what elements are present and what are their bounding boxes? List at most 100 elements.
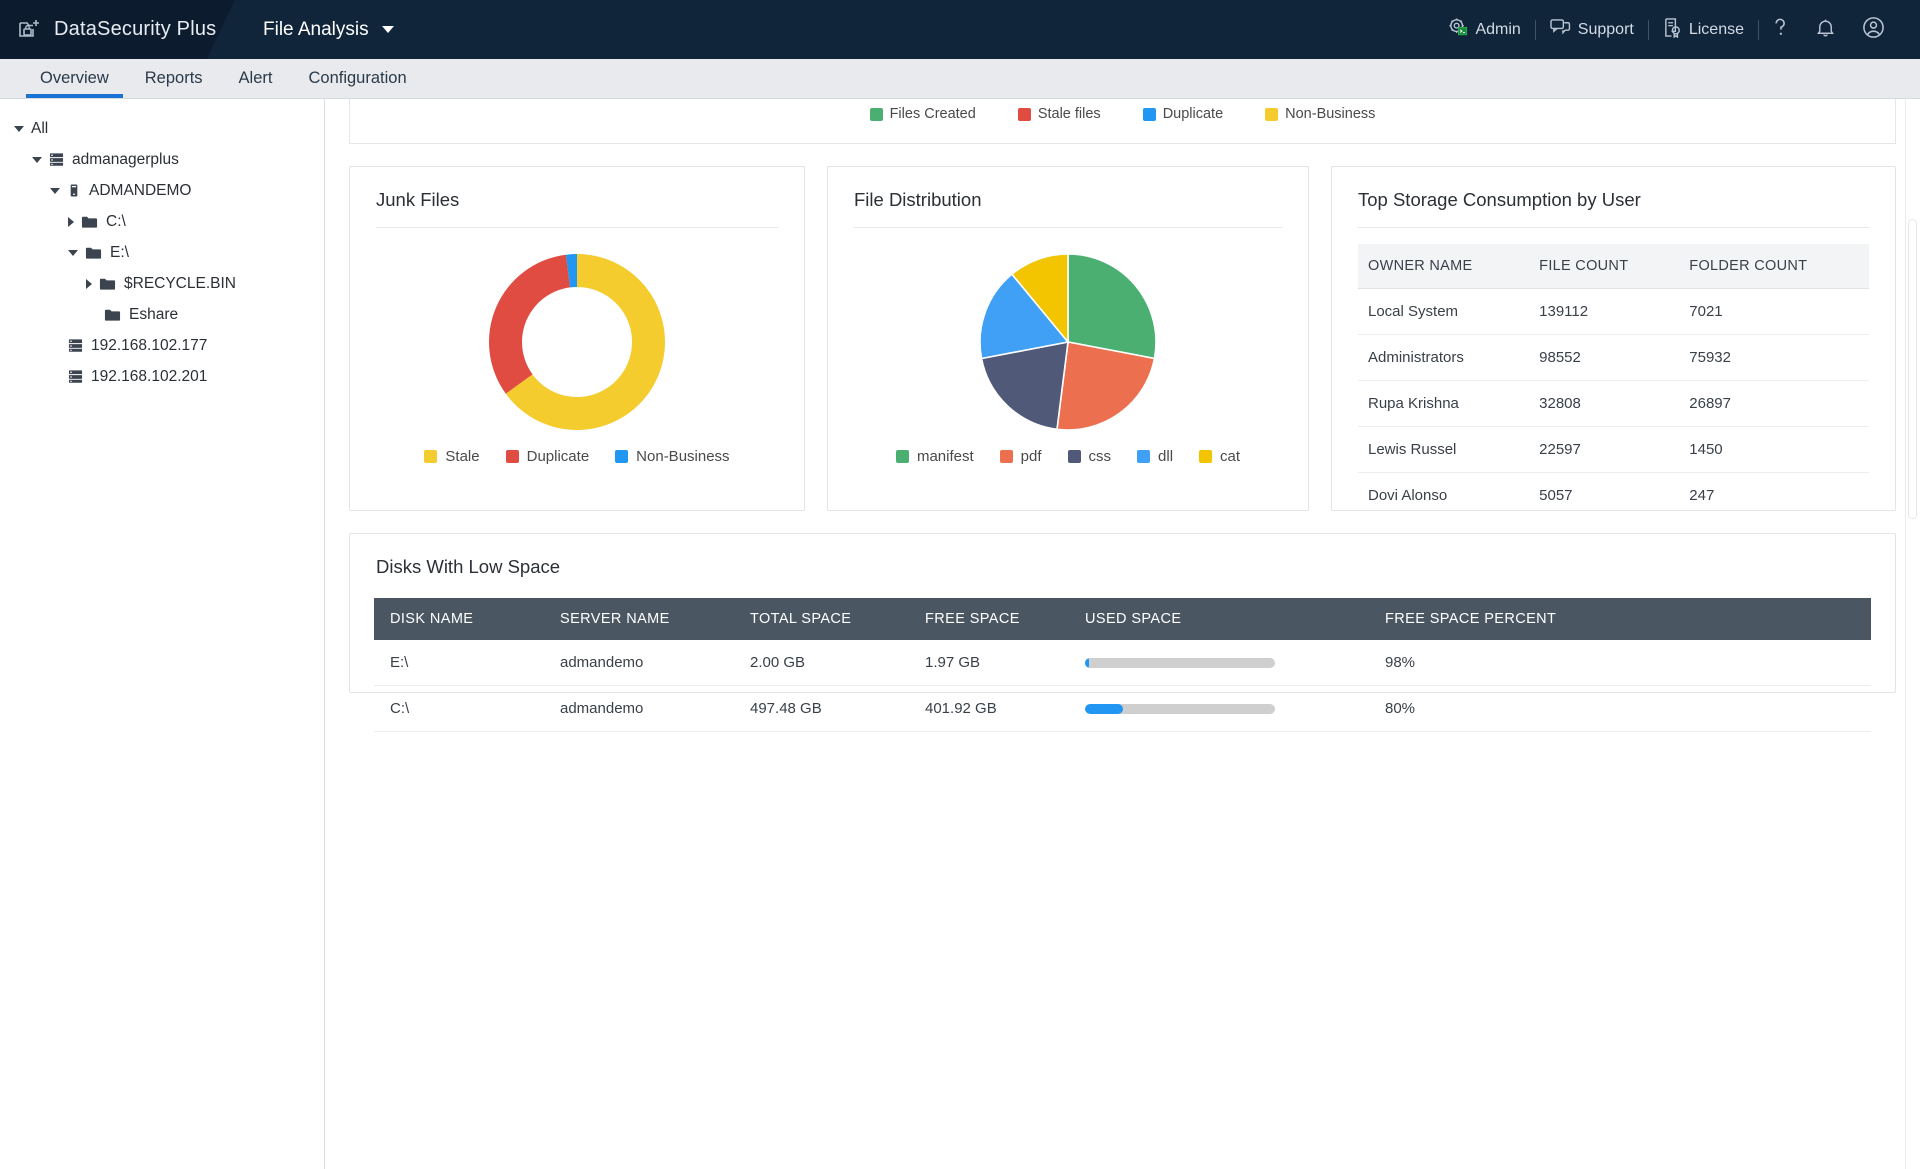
chevron-right-icon[interactable] bbox=[86, 279, 92, 289]
legend-item[interactable]: css bbox=[1068, 448, 1112, 465]
legend-swatch bbox=[1018, 108, 1031, 121]
folder-icon bbox=[81, 215, 98, 229]
table-row[interactable]: Lewis Russel225971450 bbox=[1358, 427, 1869, 473]
tree-item-label: Eshare bbox=[129, 306, 178, 324]
tree-item-all[interactable]: All bbox=[0, 113, 324, 144]
pie-slice-manifest[interactable] bbox=[1068, 254, 1156, 358]
tree-item-192-168-102-177[interactable]: 192.168.102.177 bbox=[0, 330, 324, 361]
question-mark-icon bbox=[1772, 17, 1789, 43]
tab-alert[interactable]: Alert bbox=[221, 59, 291, 98]
legend-item[interactable]: Duplicate bbox=[1143, 106, 1223, 122]
column-header[interactable]: TOTAL SPACE bbox=[734, 598, 909, 640]
tree-item-label: 192.168.102.177 bbox=[91, 337, 207, 355]
legend-item[interactable]: dll bbox=[1137, 448, 1173, 465]
license-link[interactable]: License bbox=[1649, 17, 1758, 43]
module-title: File Analysis bbox=[263, 19, 369, 41]
used-space-progress-bar bbox=[1085, 658, 1275, 668]
table-row[interactable]: E:\admandemo2.00 GB1.97 GB98% bbox=[374, 640, 1871, 686]
legend-label: Duplicate bbox=[1163, 106, 1223, 122]
column-header[interactable]: FREE SPACE bbox=[909, 598, 1069, 640]
tree-item-admanagerplus[interactable]: admanagerplus bbox=[0, 144, 324, 175]
tree-item-label: 192.168.102.201 bbox=[91, 368, 207, 386]
column-header[interactable]: OWNER NAME bbox=[1358, 244, 1529, 289]
dashboard-content: Files Created Stale files Duplicate Non-Bus… bbox=[325, 99, 1920, 1169]
support-label: Support bbox=[1578, 21, 1634, 39]
legend-item[interactable]: manifest bbox=[896, 448, 974, 465]
disks-table: DISK NAMESERVER NAMETOTAL SPACEFREE SPAC… bbox=[374, 598, 1871, 732]
brand-block[interactable]: DataSecurity Plus bbox=[0, 0, 235, 59]
main-tabs: Overview Reports Alert Configuration bbox=[0, 59, 1920, 99]
tab-reports[interactable]: Reports bbox=[127, 59, 221, 98]
column-header[interactable]: FOLDER COUNT bbox=[1679, 244, 1869, 289]
license-badge-icon bbox=[1663, 17, 1682, 43]
tree-item-admandemo[interactable]: ADMANDEMO bbox=[0, 175, 324, 206]
table-cell: 22597 bbox=[1529, 427, 1679, 473]
chevron-down-icon[interactable] bbox=[50, 188, 60, 194]
legend-swatch bbox=[1143, 108, 1156, 121]
chevron-down-icon[interactable] bbox=[14, 126, 24, 132]
column-header[interactable]: USED SPACE bbox=[1069, 598, 1369, 640]
table-body: Local System1391127021Administrators9855… bbox=[1358, 289, 1869, 519]
tree-item-recycle-bin[interactable]: $RECYCLE.BIN bbox=[0, 268, 324, 299]
file-distribution-pie-chart[interactable] bbox=[968, 242, 1168, 442]
tab-overview[interactable]: Overview bbox=[22, 59, 127, 98]
junk-files-chart-area: Stale Duplicate Non-Business bbox=[350, 228, 804, 465]
legend-item[interactable]: pdf bbox=[1000, 448, 1042, 465]
table-cell: 98552 bbox=[1529, 335, 1679, 381]
junk-files-donut-chart[interactable] bbox=[477, 242, 677, 442]
table-row[interactable]: Local System1391127021 bbox=[1358, 289, 1869, 335]
table-cell: 75932 bbox=[1679, 335, 1869, 381]
legend-item[interactable]: Non-Business bbox=[1265, 106, 1375, 122]
column-header[interactable]: DISK NAME bbox=[374, 598, 544, 640]
scrollbar-thumb[interactable] bbox=[1908, 219, 1917, 519]
vertical-scrollbar[interactable] bbox=[1905, 99, 1918, 1169]
tree-item-eshare[interactable]: Eshare bbox=[0, 299, 324, 330]
table-row[interactable]: Administrators9855275932 bbox=[1358, 335, 1869, 381]
table-cell: Rupa Krishna bbox=[1358, 381, 1529, 427]
legend-item[interactable]: Non-Business bbox=[615, 448, 729, 465]
legend-item[interactable]: Files Created bbox=[870, 106, 976, 122]
column-header[interactable]: FILE COUNT bbox=[1529, 244, 1679, 289]
table-cell: Administrators bbox=[1358, 335, 1529, 381]
module-selector[interactable]: File Analysis bbox=[263, 19, 394, 41]
legend-item[interactable]: Stale bbox=[424, 448, 479, 465]
used-space-progress-bar bbox=[1085, 704, 1275, 714]
pie-slice-Duplicate[interactable] bbox=[489, 255, 570, 394]
legend-item[interactable]: Stale files bbox=[1018, 106, 1101, 122]
server-name-cell: admandemo bbox=[544, 640, 734, 686]
tab-label: Configuration bbox=[308, 69, 406, 88]
admin-link[interactable]: Admin bbox=[1434, 17, 1534, 42]
table-row[interactable]: Dovi Alonso5057247 bbox=[1358, 473, 1869, 519]
column-header[interactable]: SERVER NAME bbox=[544, 598, 734, 640]
tree-item-e[interactable]: E:\ bbox=[0, 237, 324, 268]
page-body: All admanagerplus ADMANDEMOC:\ E:\ $RECYCLE.… bbox=[0, 99, 1920, 1169]
legend-label: Stale files bbox=[1038, 106, 1101, 122]
chevron-down-icon[interactable] bbox=[32, 157, 42, 163]
tree-item-label: admanagerplus bbox=[72, 151, 179, 169]
tab-configuration[interactable]: Configuration bbox=[290, 59, 424, 98]
tree-item-label: E:\ bbox=[110, 244, 129, 262]
notifications-button[interactable] bbox=[1802, 17, 1849, 43]
disks-title: Disks With Low Space bbox=[350, 534, 1895, 594]
legend-item[interactable]: Duplicate bbox=[506, 448, 590, 465]
chevron-right-icon[interactable] bbox=[68, 217, 74, 227]
server-icon bbox=[68, 338, 83, 353]
chevron-down-icon[interactable] bbox=[68, 250, 78, 256]
tree-item-192-168-102-201[interactable]: 192.168.102.201 bbox=[0, 361, 324, 392]
server-name-cell: admandemo bbox=[544, 686, 734, 732]
legend-label: Stale bbox=[445, 448, 479, 465]
divider bbox=[1358, 227, 1869, 228]
disks-low-space-card: Disks With Low Space DISK NAMESERVER NAM… bbox=[349, 533, 1896, 693]
table-row[interactable]: Rupa Krishna3280826897 bbox=[1358, 381, 1869, 427]
pie-slice-pdf[interactable] bbox=[1057, 342, 1154, 430]
column-header[interactable]: FREE SPACE PERCENT bbox=[1369, 598, 1871, 640]
tree-item-c[interactable]: C:\ bbox=[0, 206, 324, 237]
table-row[interactable]: C:\admandemo497.48 GB401.92 GB80% bbox=[374, 686, 1871, 732]
chevron-down-icon[interactable] bbox=[382, 26, 394, 33]
support-link[interactable]: Support bbox=[1536, 18, 1648, 42]
user-account-button[interactable] bbox=[1849, 16, 1898, 44]
legend-item[interactable]: cat bbox=[1199, 448, 1240, 465]
legend-swatch bbox=[870, 108, 883, 121]
help-button[interactable] bbox=[1759, 17, 1802, 43]
free-space-cell: 1.97 GB bbox=[909, 640, 1069, 686]
